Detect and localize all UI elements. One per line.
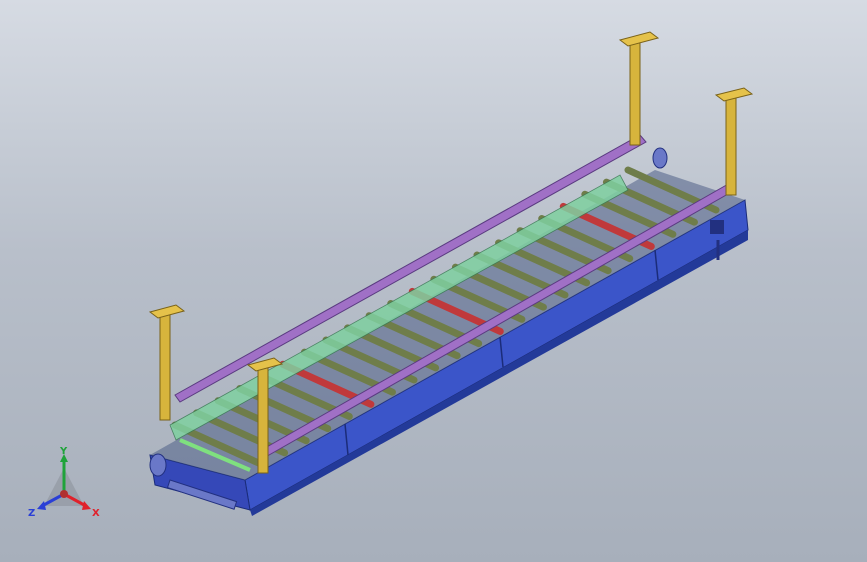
z-axis-label: Z (28, 508, 35, 519)
x-axis-arrow-icon (82, 501, 91, 510)
cad-viewport[interactable]: Y X Z (0, 0, 867, 562)
support-post (714, 87, 754, 196)
support-post (148, 304, 186, 421)
support-post (618, 31, 660, 146)
x-axis-label: X (92, 508, 100, 519)
orientation-triad: Y X Z (28, 446, 100, 519)
z-axis-arrow-icon (37, 501, 46, 510)
y-axis-label: Y (59, 446, 68, 457)
conveyor-model[interactable] (0, 0, 867, 562)
